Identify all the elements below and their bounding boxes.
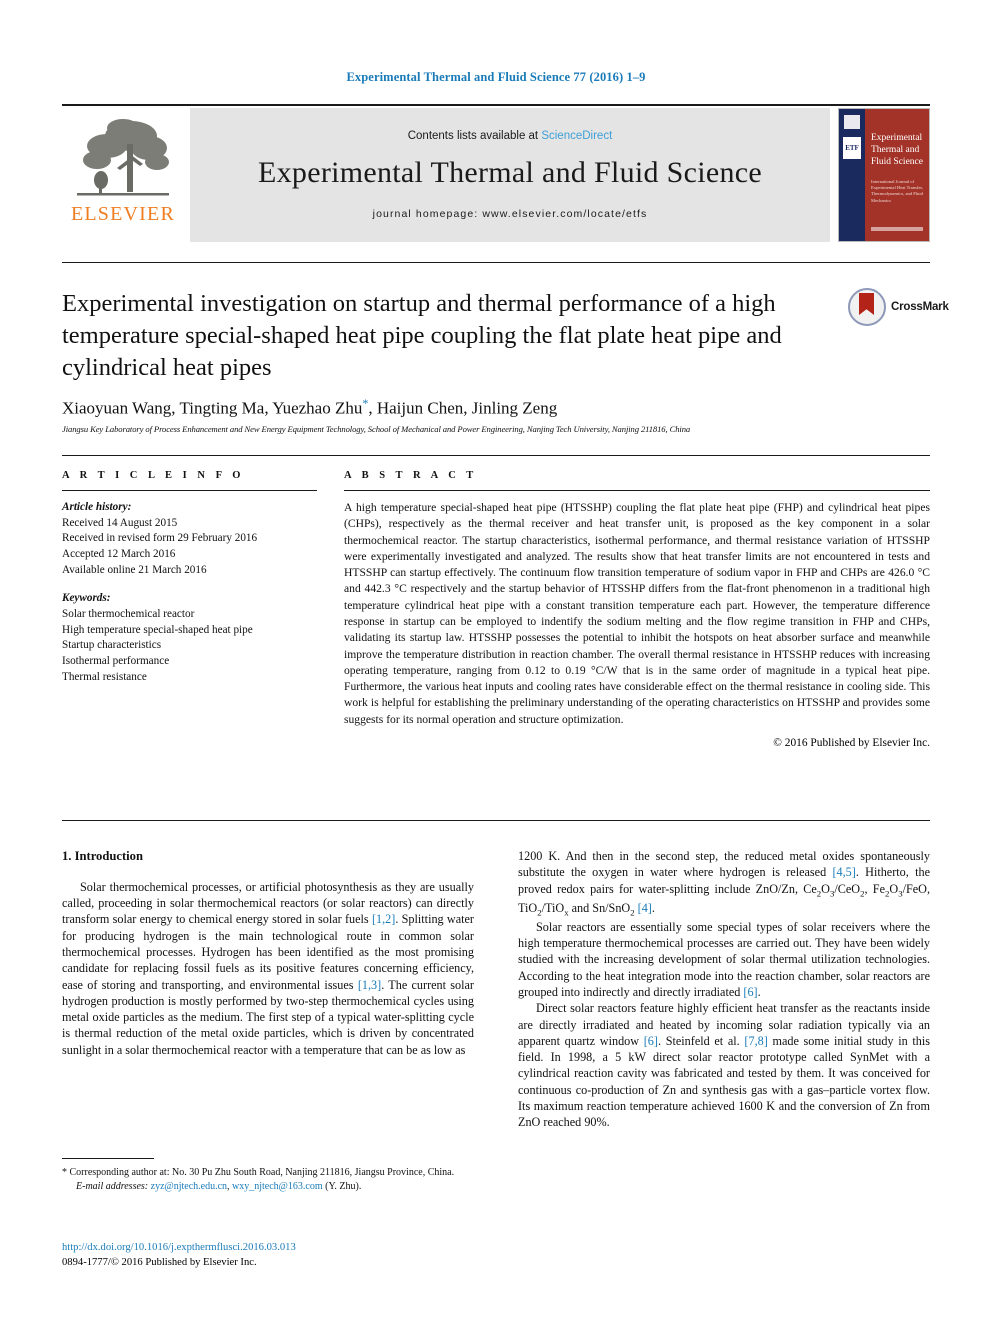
article-info-heading: A R T I C L E I N F O — [62, 470, 245, 481]
abstract-column: A B S T R A C T A high temperature speci… — [344, 470, 930, 749]
corresponding-author-text: Corresponding author at: No. 30 Pu Zhu S… — [67, 1167, 455, 1178]
doi-link[interactable]: http://dx.doi.org/10.1016/j.expthermflus… — [62, 1240, 492, 1255]
author-names-tail: , Haijun Chen, Jinling Zeng — [368, 398, 558, 418]
intro-right-d: . Steinfeld et al. — [657, 1033, 745, 1048]
elsevier-tree-icon — [77, 119, 169, 196]
article-history-label: Article history: — [62, 501, 132, 513]
journal-masthead: ELSEVIER Contents lists available at Sci… — [62, 104, 930, 242]
crossmark-label: CrossMark — [891, 301, 949, 313]
email-link-1[interactable]: zyz@njtech.edu.cn — [151, 1181, 227, 1192]
history-item: Received 14 August 2015 — [62, 516, 178, 529]
intro-right-e: made some initial study in this field. I… — [518, 1033, 930, 1130]
article-info-column: A R T I C L E I N F O Article history: R… — [62, 470, 317, 685]
section-heading-introduction: 1. Introduction — [62, 849, 143, 863]
abstract-text: A high temperature special-shaped heat p… — [344, 501, 930, 726]
body-column-left: 1. Introduction Solar thermochemical pro… — [62, 848, 474, 1058]
abstract-copyright: © 2016 Published by Elsevier Inc. — [773, 736, 930, 749]
citation-ref[interactable]: [1,2] — [372, 912, 395, 926]
intro-paragraph-4: Direct solar reactors feature highly eff… — [518, 1000, 930, 1130]
title-divider — [62, 262, 930, 263]
email-label: E-mail addresses: — [76, 1180, 149, 1192]
citation-ref[interactable]: [4,5] — [832, 865, 855, 879]
cover-elsevier-mini-logo — [844, 115, 860, 129]
keyword-item: Thermal resistance — [62, 670, 147, 683]
journal-title: Experimental Thermal and Fluid Science — [257, 156, 763, 189]
cover-footer-bar — [871, 227, 923, 231]
citation-ref[interactable]: [6] — [644, 1034, 658, 1048]
abstract-rule — [344, 490, 930, 491]
intro-paragraph-3: Solar reactors are essentially some spec… — [518, 919, 930, 999]
keyword-item: Solar thermochemical reactor — [62, 608, 195, 621]
email-suffix: (Y. Zhu). — [322, 1180, 362, 1192]
journal-band: Contents lists available at ScienceDirec… — [190, 108, 830, 242]
author-names-head: Xiaoyuan Wang, Tingting Ma, Yuezhao Zhu — [62, 398, 363, 418]
citation-ref[interactable]: [1,3] — [358, 978, 381, 992]
running-head: Experimental Thermal and Fluid Science 7… — [346, 70, 646, 84]
journal-homepage-link[interactable]: journal homepage: www.elsevier.com/locat… — [373, 208, 648, 220]
history-item: Available online 21 March 2016 — [62, 563, 207, 576]
keyword-item: Startup characteristics — [62, 639, 162, 652]
cover-right-panel — [865, 109, 929, 241]
crossmark-circle-icon — [848, 288, 886, 326]
page-title: Experimental investigation on startup an… — [62, 290, 782, 381]
article-history-block: Article history: Received 14 August 2015… — [62, 500, 317, 578]
journal-article-page: Experimental Thermal and Fluid Science 7… — [0, 0, 992, 1323]
history-item: Accepted 12 March 2016 — [62, 548, 176, 561]
citation-ref[interactable]: [7,8] — [744, 1034, 767, 1048]
crossmark-ribbon-icon — [859, 293, 874, 315]
contents-available-line: Contents lists available at ScienceDirec… — [408, 130, 613, 142]
issn-copyright-line: 0894-1777/© 2016 Published by Elsevier I… — [62, 1257, 257, 1269]
info-divider-bottom — [62, 820, 930, 821]
email-note: E-mail addresses: zyz@njtech.edu.cn, wxy… — [76, 1180, 362, 1192]
body-column-right: 1200 K. And then in the second step, the… — [518, 848, 930, 1131]
email-link-2[interactable]: wxy_njtech@163.com — [232, 1181, 323, 1192]
keywords-block: Keywords: Solar thermochemical reactor H… — [62, 591, 317, 685]
corresponding-author-note: * Corresponding author at: No. 30 Pu Zhu… — [62, 1166, 474, 1180]
info-divider-top — [62, 455, 930, 456]
cover-journal-title: Experimental Thermal and Fluid Science — [871, 133, 923, 167]
doi-block: http://dx.doi.org/10.1016/j.expthermflus… — [62, 1240, 492, 1271]
intro-paragraph-2: 1200 K. And then in the second step, the… — [518, 849, 930, 918]
keyword-item: High temperature special-shaped heat pip… — [62, 623, 253, 636]
intro-right-a: 1200 K. And then in the second step, the… — [518, 849, 930, 880]
abstract-heading: A B S T R A C T — [344, 470, 478, 481]
footnote-divider — [62, 1158, 154, 1159]
journal-cover-thumbnail: ETF Experimental Thermal and Fluid Scien… — [838, 108, 930, 242]
cover-journal-subtitle: International Journal of Experimental He… — [871, 179, 923, 203]
keywords-label: Keywords: — [62, 592, 111, 605]
cover-etf-logo: ETF — [843, 137, 861, 159]
intro-paragraph-1: Solar thermochemical processes, or artif… — [62, 879, 474, 1058]
author-list: Xiaoyuan Wang, Tingting Ma, Yuezhao Zhu*… — [62, 396, 930, 419]
sciencedirect-link[interactable]: ScienceDirect — [541, 130, 612, 142]
intro-right-b: Solar reactors are essentially some spec… — [518, 919, 930, 999]
crossmark-badge[interactable]: CrossMark — [848, 288, 949, 326]
elsevier-logo: ELSEVIER — [62, 108, 184, 242]
citation-ref[interactable]: [6] — [743, 985, 757, 999]
author-affiliation: Jiangsu Key Laboratory of Process Enhanc… — [62, 424, 691, 434]
footnote-block: * Corresponding author at: No. 30 Pu Zhu… — [62, 1166, 474, 1193]
article-info-rule — [62, 490, 317, 491]
elsevier-wordmark: ELSEVIER — [70, 203, 176, 225]
citation-ref[interactable]: [4] — [638, 901, 652, 915]
keyword-item: Isothermal performance — [62, 655, 170, 668]
history-item: Received in revised form 29 February 201… — [62, 532, 258, 545]
contents-prefix: Contents lists available at — [407, 130, 539, 142]
